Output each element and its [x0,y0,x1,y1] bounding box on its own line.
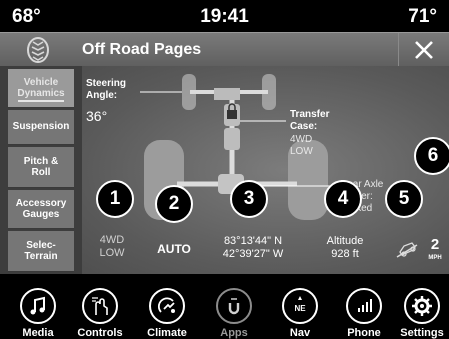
dock-icon-ring: NE [282,288,318,324]
callout-2: 2 [155,185,193,223]
dock-icon-ring [20,288,56,324]
dock-climate[interactable]: Climate [135,274,199,339]
altitude-readout: Altitude 928 ft [318,235,372,261]
dock-media[interactable]: Media [6,274,70,339]
callout-1: 1 [96,180,134,218]
dock-controls[interactable]: Controls [68,274,132,339]
tab-label: Vehicle Dynamics [17,76,65,100]
dock-icon-ring [404,288,440,324]
tab-label: Accessory Gauges [15,197,67,221]
transfer-case-value: 4WD LOW [290,134,313,157]
speed-unit: MPH [428,255,442,261]
callout-3: 3 [230,180,268,218]
tab-label: Selec-Terrain [24,239,58,263]
climate-icon [158,297,175,313]
gps-coordinates: 83°13'44" N 42°39'27" W [212,235,294,261]
dock-nav[interactable]: NE Nav [268,274,332,339]
tab-label: Pitch & Roll [23,155,59,179]
svg-text:NE: NE [294,304,306,313]
dock-icon-ring [346,288,382,324]
altitude-value: 928 ft [331,248,359,261]
steering-angle-value: 36° [86,108,108,124]
dock-icon-ring [149,288,185,324]
dock-label: Apps [220,327,248,339]
longitude-value: 42°39'27" W [222,248,284,261]
bottom-dock: Media Controls Climate Apps NE Nav Phone… [0,274,449,339]
dock-icon-ring [82,288,118,324]
altitude-label: Altitude [326,235,364,247]
dock-label: Controls [77,327,123,339]
dock-label: Settings [400,327,444,339]
close-button[interactable] [398,33,449,67]
page-title: Off Road Pages [82,41,202,58]
phone-icon [358,299,372,312]
compass-ne-icon: NE [294,296,306,313]
page-header: Off Road Pages [0,32,449,67]
hand-controls-icon [92,297,108,315]
vehicle-dynamics-panel: Steering Angle: 36° Transfer Case: 4WD L… [82,66,449,274]
dock-icon-ring [216,288,252,324]
tab-accessory-gauges[interactable]: Accessory Gauges [8,190,74,229]
tab-selec-terrain[interactable]: Selec-Terrain [8,231,74,272]
speed-value: 2 [430,236,440,253]
steering-angle-label: Steering Angle: [86,78,127,101]
callout-6: 6 [414,137,449,175]
dock-apps[interactable]: Apps [202,274,266,339]
transfer-case-label: Transfer Case: [290,109,330,132]
tab-vehicle-dynamics[interactable]: Vehicle Dynamics [8,69,74,108]
apps-icon [228,298,240,315]
dock-settings[interactable]: Settings [390,274,449,339]
latitude-value: 83°13'44" N [223,235,283,247]
screen: { "status_bar": { "temp_left": "68°", "t… [0,0,449,339]
sidebar: Vehicle Dynamics Suspension Pitch & Roll… [0,66,82,274]
gear-icon [412,296,432,316]
dock-label: Climate [147,327,187,339]
vehicle-incline-icon [396,242,418,258]
music-note-icon [30,296,45,315]
callout-4: 4 [324,180,362,218]
outside-temp-right: 71° [408,6,437,27]
status-bar: 68° 19:41 71° [0,0,449,32]
tab-pitch-roll[interactable]: Pitch & Roll [8,147,74,188]
tire-tread-icon [24,36,52,64]
callout-5: 5 [385,180,423,218]
mode-value: AUTO [157,242,191,256]
drive-mode-value: 4WD LOW [99,234,125,260]
clock: 19:41 [200,6,249,27]
close-icon [415,41,433,59]
tab-label: Suspension [12,121,70,133]
tab-suspension[interactable]: Suspension [8,110,74,145]
